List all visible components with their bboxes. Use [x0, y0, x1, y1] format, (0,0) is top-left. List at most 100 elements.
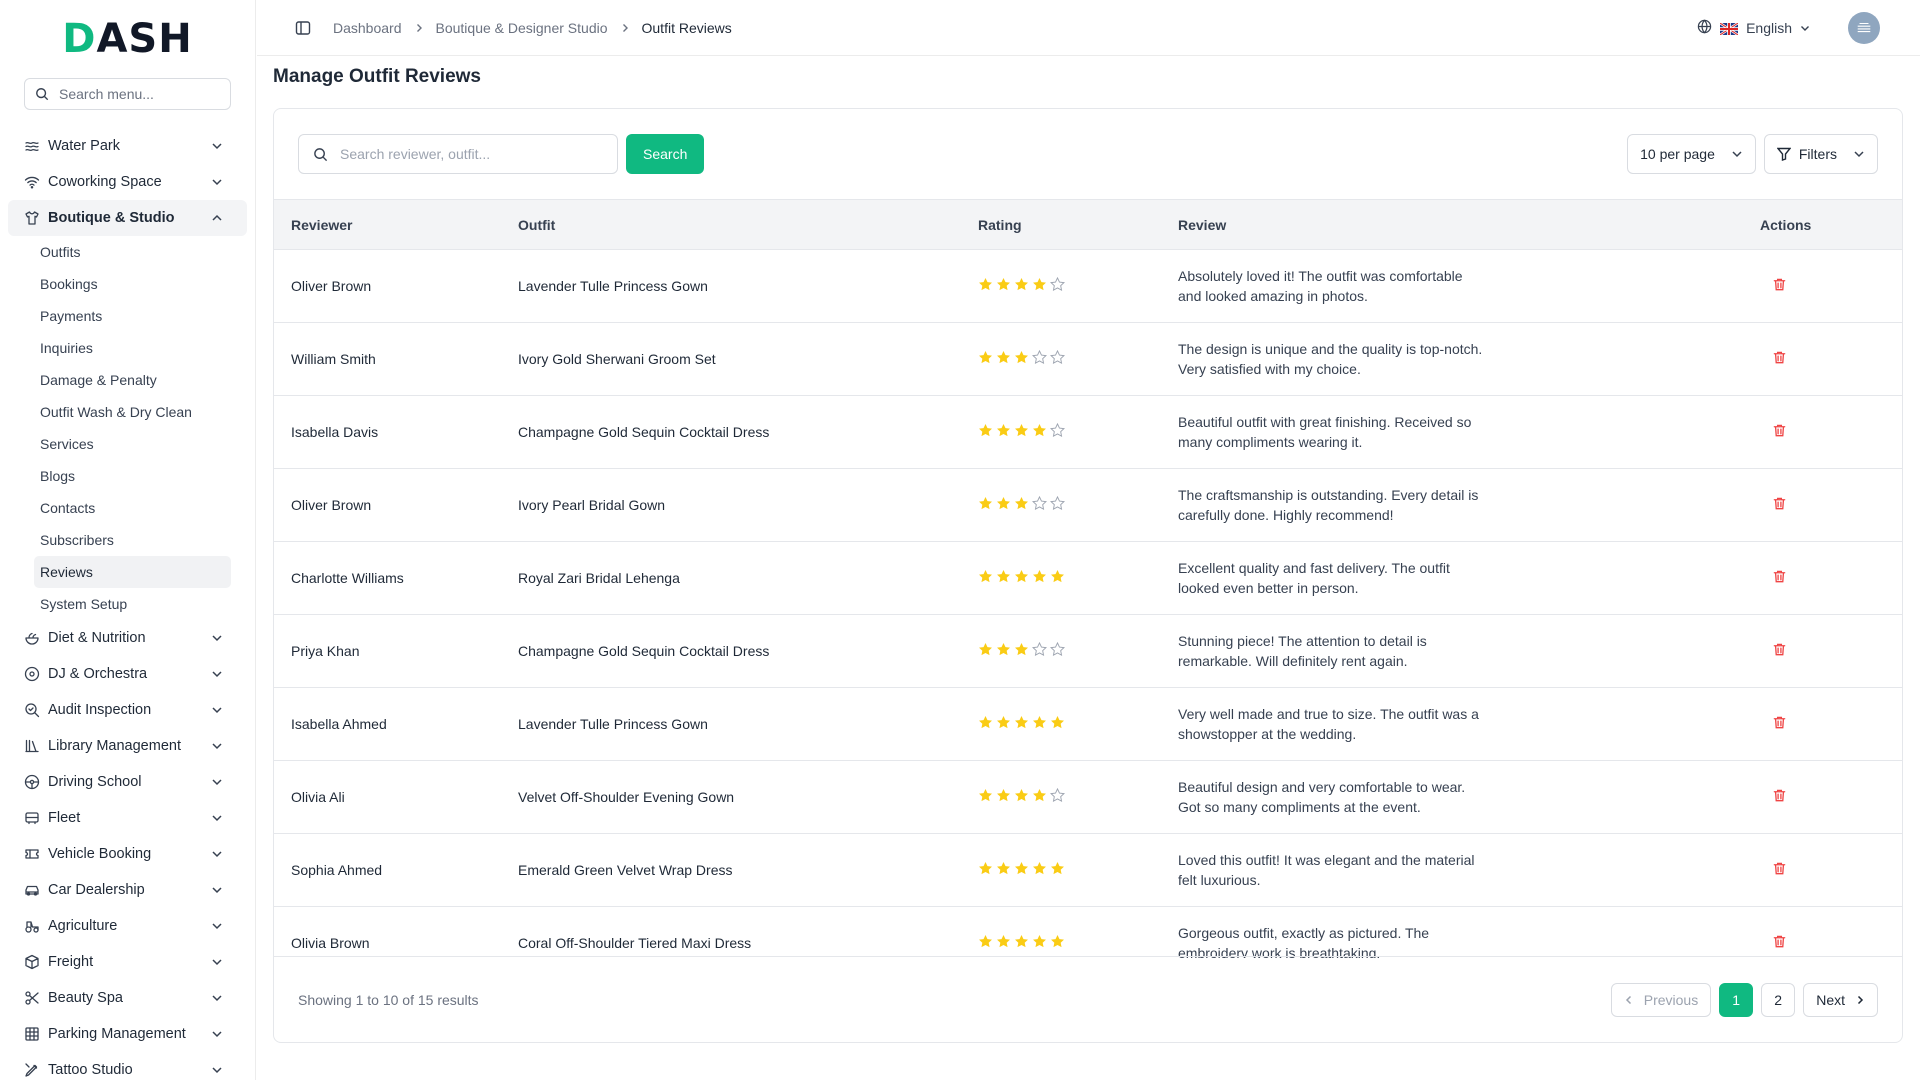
delete-review-button[interactable]	[1772, 861, 1787, 876]
rating-cell	[978, 323, 1178, 396]
sidebar-item-driving-school[interactable]: Driving School	[8, 764, 247, 800]
sidebar-item-beauty-spa[interactable]: Beauty Spa	[8, 980, 247, 1016]
review-cell: The design is unique and the quality is …	[1178, 323, 1760, 396]
star-filled-icon	[978, 569, 993, 584]
page-1-button[interactable]: 1	[1719, 982, 1754, 1017]
reviews-table: Reviewer Outfit Rating Review Actions Ol…	[274, 199, 1902, 958]
sidebar-item-label: Diet & Nutrition	[48, 630, 146, 646]
outfit-cell: Ivory Pearl Bridal Gown	[518, 497, 666, 513]
submenu-item-blogs[interactable]: Blogs	[34, 460, 231, 492]
avatar[interactable]	[1848, 11, 1880, 44]
submenu-item-outfit-wash-and-dry-clean[interactable]: Outfit Wash & Dry Clean	[34, 396, 231, 428]
review-search-placeholder: Search reviewer, outfit...	[340, 146, 491, 162]
actions-cell	[1760, 396, 1902, 469]
previous-page-button[interactable]: Previous	[1610, 982, 1712, 1017]
star-filled-icon	[996, 569, 1011, 584]
delete-review-button[interactable]	[1772, 350, 1787, 365]
rating-cell	[978, 615, 1178, 688]
reviewer-cell: Oliver Brown	[291, 497, 372, 513]
submenu-item-outfits[interactable]: Outfits	[34, 236, 231, 268]
submenu-item-payments[interactable]: Payments	[34, 300, 231, 332]
delete-review-button[interactable]	[1772, 496, 1787, 511]
review-cell: The craftsmanship is outstanding. Every …	[1178, 469, 1760, 542]
delete-review-button[interactable]	[1772, 934, 1787, 949]
language-selector[interactable]: English	[1697, 11, 1880, 44]
sidebar-item-agriculture[interactable]: Agriculture	[8, 908, 247, 944]
outfit-cell: Royal Zari Bridal Lehenga	[518, 570, 680, 586]
star-filled-icon	[978, 277, 993, 292]
chevron-down-icon	[211, 1064, 223, 1076]
star-filled-icon	[1014, 496, 1029, 511]
submenu-item-services[interactable]: Services	[34, 428, 231, 460]
chevron-down-icon	[211, 740, 223, 752]
next-page-button[interactable]: Next	[1803, 982, 1878, 1017]
sidebar-item-vehicle-booking[interactable]: Vehicle Booking	[8, 836, 247, 872]
filters-button[interactable]: Filters	[1763, 134, 1878, 174]
outfit-cell: Champagne Gold Sequin Cocktail Dress	[518, 643, 770, 659]
actions-cell	[1760, 761, 1902, 834]
rating-cell	[978, 907, 1178, 959]
sidebar-item-car-dealership[interactable]: Car Dealership	[8, 872, 247, 908]
delete-review-button[interactable]	[1772, 788, 1787, 803]
per-page-select[interactable]: 10 per page	[1627, 134, 1756, 174]
review-cell: Gorgeous outfit, exactly as pictured. Th…	[1178, 907, 1760, 958]
star-filled-icon	[1032, 934, 1047, 949]
submenu-item-damage-and-penalty[interactable]: Damage & Penalty	[34, 364, 231, 396]
rating-cell	[978, 396, 1178, 469]
delete-review-button[interactable]	[1772, 277, 1787, 292]
sidebar-item-library-management[interactable]: Library Management	[8, 728, 247, 764]
dash-logo[interactable]: DASH	[0, 0, 255, 78]
sidebar-item-fleet[interactable]: Fleet	[8, 800, 247, 836]
sidebar-item-tattoo-studio[interactable]: Tattoo Studio	[8, 1052, 247, 1080]
reviewer-cell: Isabella Davis	[291, 424, 379, 440]
car-icon	[24, 882, 40, 898]
sidebar-item-parking-management[interactable]: Parking Management	[8, 1016, 247, 1052]
breadcrumb-boutique[interactable]: Boutique & Designer Studio	[436, 20, 608, 36]
star-filled-icon	[1014, 277, 1029, 292]
delete-review-button[interactable]	[1772, 715, 1787, 730]
submenu-item-contacts[interactable]: Contacts	[34, 492, 231, 524]
review-text: Very well made and true to size. The out…	[1178, 706, 1479, 742]
outfit-cell: Lavender Tulle Princess Gown	[518, 716, 708, 732]
review-cell: Very well made and true to size. The out…	[1178, 688, 1760, 761]
submenu-item-system-setup[interactable]: System Setup	[34, 588, 231, 620]
delete-review-button[interactable]	[1772, 642, 1787, 657]
delete-review-button[interactable]	[1772, 569, 1787, 584]
review-text: The design is unique and the quality is …	[1178, 341, 1483, 377]
rating-cell	[978, 761, 1178, 834]
sidebar-item-freight[interactable]: Freight	[8, 944, 247, 980]
submenu-item-subscribers[interactable]: Subscribers	[34, 524, 231, 556]
submenu-item-bookings[interactable]: Bookings	[34, 268, 231, 300]
review-search-input[interactable]: Search reviewer, outfit...	[298, 134, 618, 174]
rating-cell	[978, 250, 1178, 323]
sidebar-item-audit-inspection[interactable]: Audit Inspection	[8, 692, 247, 728]
star-filled-icon	[996, 642, 1011, 657]
sidebar-item-boutique-and-studio[interactable]: Boutique & Studio	[8, 200, 247, 236]
star-rating	[978, 496, 1065, 511]
sidebar-toggle-icon[interactable]	[295, 20, 311, 36]
sidebar-search-input[interactable]: Search menu...	[24, 78, 231, 110]
sidebar-item-water-park[interactable]: Water Park	[8, 128, 247, 164]
table-container[interactable]: Reviewer Outfit Rating Review Actions Ol…	[274, 199, 1902, 958]
star-filled-icon	[1014, 423, 1029, 438]
sidebar-item-diet-and-nutrition[interactable]: Diet & Nutrition	[8, 620, 247, 656]
actions-cell	[1760, 907, 1902, 959]
submenu-item-inquiries[interactable]: Inquiries	[34, 332, 231, 364]
star-filled-icon	[1050, 715, 1065, 730]
sidebar-item-coworking-space[interactable]: Coworking Space	[8, 164, 247, 200]
page-2-button[interactable]: 2	[1761, 982, 1796, 1017]
star-rating	[978, 423, 1065, 438]
breadcrumb-dashboard[interactable]: Dashboard	[333, 20, 402, 36]
search-icon	[313, 147, 328, 162]
delete-review-button[interactable]	[1772, 423, 1787, 438]
sidebar-item-dj-and-orchestra[interactable]: DJ & Orchestra	[8, 656, 247, 692]
review-text: Stunning piece! The attention to detail …	[1178, 633, 1427, 669]
star-filled-icon	[1014, 569, 1029, 584]
star-filled-icon	[996, 861, 1011, 876]
review-text: Excellent quality and fast delivery. The…	[1178, 560, 1450, 596]
submenu-item-reviews[interactable]: Reviews	[34, 556, 231, 588]
bus-icon	[24, 810, 40, 826]
search-button[interactable]: Search	[626, 134, 705, 174]
col-review: Review	[1178, 216, 1227, 233]
disc-icon	[24, 666, 40, 682]
